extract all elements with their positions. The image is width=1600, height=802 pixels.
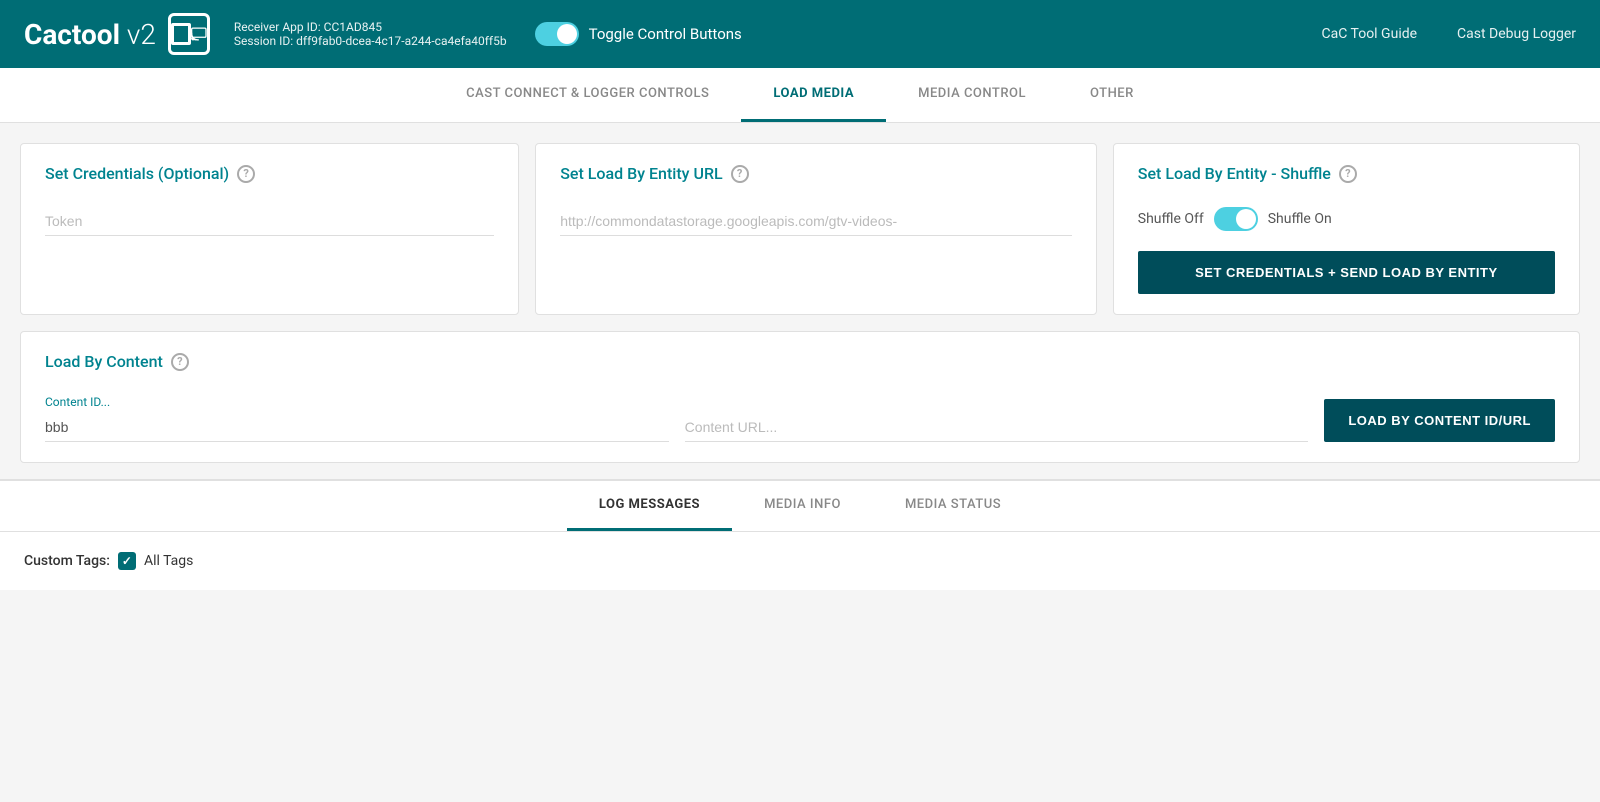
load-by-content-button[interactable]: LOAD BY CONTENT ID/URL bbox=[1324, 399, 1555, 442]
entity-url-panel: Set Load By Entity URL ? bbox=[535, 143, 1097, 315]
content-area: Set Credentials (Optional) ? Set Load By… bbox=[0, 123, 1600, 463]
set-credentials-send-load-button[interactable]: SET CREDENTIALS + SEND LOAD BY ENTITY bbox=[1138, 251, 1555, 294]
entity-url-title: Set Load By Entity URL ? bbox=[560, 164, 1072, 183]
load-content-panel: Load By Content ? Content ID... LOAD BY … bbox=[20, 331, 1580, 463]
shuffle-title: Set Load By Entity - Shuffle ? bbox=[1138, 164, 1555, 183]
token-input[interactable] bbox=[45, 207, 494, 236]
load-content-help-icon[interactable]: ? bbox=[171, 353, 189, 371]
cac-tool-guide-link[interactable]: CaC Tool Guide bbox=[1322, 26, 1418, 42]
shuffle-toggle[interactable] bbox=[1214, 207, 1258, 231]
content-id-label: Content ID... bbox=[45, 395, 669, 409]
custom-tags-label: Custom Tags: bbox=[24, 553, 110, 569]
toggle-control-buttons[interactable]: Toggle Control Buttons bbox=[535, 22, 742, 46]
shuffle-panel: Set Load By Entity - Shuffle ? Shuffle O… bbox=[1113, 143, 1580, 315]
session-id: Session ID: dff9fab0-dcea-4c17-a244-ca4e… bbox=[234, 34, 507, 48]
shuffle-help-icon[interactable]: ? bbox=[1339, 165, 1357, 183]
cast-icon bbox=[168, 13, 210, 55]
load-content-fields: Content ID... LOAD BY CONTENT ID/URL bbox=[45, 395, 1555, 442]
credentials-title: Set Credentials (Optional) ? bbox=[45, 164, 494, 183]
tab-media-control[interactable]: MEDIA CONTROL bbox=[886, 68, 1058, 122]
tab-cast-connect[interactable]: CAST CONNECT & LOGGER CONTROLS bbox=[434, 68, 741, 122]
receiver-app-id: Receiver App ID: CC1AD845 bbox=[234, 20, 507, 34]
tab-log-messages[interactable]: LOG MESSAGES bbox=[567, 481, 732, 531]
cast-debug-logger-link[interactable]: Cast Debug Logger bbox=[1457, 26, 1576, 42]
entity-url-help-icon[interactable]: ? bbox=[731, 165, 749, 183]
tab-media-status[interactable]: MEDIA STATUS bbox=[873, 481, 1033, 531]
credentials-panel: Set Credentials (Optional) ? bbox=[20, 143, 519, 315]
shuffle-on-label: Shuffle On bbox=[1268, 211, 1332, 227]
top-panels-row: Set Credentials (Optional) ? Set Load By… bbox=[20, 143, 1580, 315]
tab-media-info[interactable]: MEDIA INFO bbox=[732, 481, 873, 531]
logo: Cactool v2 bbox=[24, 13, 210, 55]
header: Cactool v2 Receiver App ID: CC1AD845 Ses… bbox=[0, 0, 1600, 68]
app-name: Cactool v2 bbox=[24, 18, 156, 51]
shuffle-toggle-row: Shuffle Off Shuffle On bbox=[1138, 207, 1555, 231]
load-content-title: Load By Content ? bbox=[45, 352, 1555, 371]
bottom-section: LOG MESSAGES MEDIA INFO MEDIA STATUS Cus… bbox=[0, 480, 1600, 590]
custom-tags-row: Custom Tags: All Tags bbox=[24, 552, 1576, 570]
bottom-tabs: LOG MESSAGES MEDIA INFO MEDIA STATUS bbox=[0, 481, 1600, 532]
tab-other[interactable]: OTHER bbox=[1058, 68, 1166, 122]
all-tags-checkbox[interactable] bbox=[118, 552, 136, 570]
toggle-switch[interactable] bbox=[535, 22, 579, 46]
main-tabs: CAST CONNECT & LOGGER CONTROLS LOAD MEDI… bbox=[0, 68, 1600, 123]
header-nav: CaC Tool Guide Cast Debug Logger bbox=[1322, 26, 1577, 42]
credentials-help-icon[interactable]: ? bbox=[237, 165, 255, 183]
entity-url-input[interactable] bbox=[560, 207, 1072, 236]
log-content: Custom Tags: All Tags bbox=[0, 532, 1600, 590]
shuffle-off-label: Shuffle Off bbox=[1138, 211, 1204, 227]
content-url-field-group bbox=[685, 413, 1309, 442]
content-id-input[interactable] bbox=[45, 413, 669, 442]
content-id-field-group: Content ID... bbox=[45, 395, 669, 442]
session-info: Receiver App ID: CC1AD845 Session ID: df… bbox=[234, 20, 507, 48]
toggle-label: Toggle Control Buttons bbox=[589, 25, 742, 43]
tab-load-media[interactable]: LOAD MEDIA bbox=[741, 68, 886, 122]
content-url-input[interactable] bbox=[685, 413, 1309, 442]
all-tags-label: All Tags bbox=[144, 553, 193, 569]
